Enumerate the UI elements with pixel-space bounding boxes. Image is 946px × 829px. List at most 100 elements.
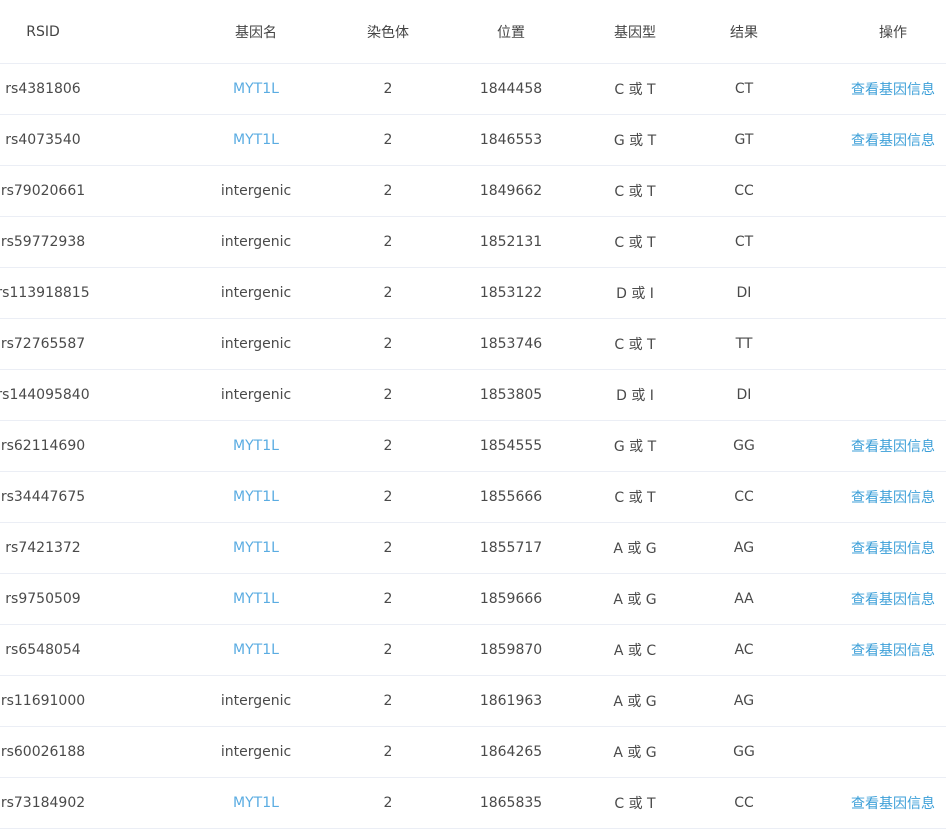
position-text: 1853746 (479, 336, 543, 352)
gene-link-cell: MYT1L (196, 574, 316, 624)
view-gene-info-link-cell: 查看基因信息 (840, 472, 946, 522)
rsid-text: rs79020661 (0, 183, 86, 199)
gene-link[interactable]: MYT1L (233, 438, 279, 454)
chromosome-text-cell: 2 (348, 472, 428, 522)
result-text: TT (735, 336, 753, 352)
genotype-text: C 或 T (614, 184, 656, 200)
table-header: RSID 基因名 染色体 位置 基因型 结果 操作 (0, 0, 946, 64)
view-gene-info-link[interactable]: 查看基因信息 (840, 487, 935, 507)
chromosome-text-cell: 2 (348, 727, 428, 777)
gene-link[interactable]: MYT1L (233, 540, 279, 556)
result-text-cell: GG (704, 727, 784, 777)
table-row: rs62114690 MYT1L 2 1854555 G 或 T GG 查看基因信息 (0, 421, 946, 472)
position-text-cell: 1853122 (466, 268, 556, 318)
chromosome-text-cell: 2 (348, 574, 428, 624)
gene-text-cell: intergenic (196, 727, 316, 777)
position-text-cell: 1849662 (466, 166, 556, 216)
chromosome-text-cell: 2 (348, 625, 428, 675)
gene-link[interactable]: MYT1L (233, 132, 279, 148)
chromosome-text-cell: 2 (348, 421, 428, 471)
rsid-text-cell: rs6548054 (0, 625, 86, 675)
rsid-text-cell: rs144095840 (0, 370, 90, 420)
gene-link-cell: MYT1L (196, 421, 316, 471)
result-text: GT (734, 132, 754, 148)
gene-text: intergenic (220, 285, 292, 301)
chromosome-text-cell: 2 (348, 115, 428, 165)
result-text-cell: AA (704, 574, 784, 624)
gene-link[interactable]: MYT1L (233, 81, 279, 97)
rsid-text-cell: rs62114690 (0, 421, 86, 471)
result-text-cell: GT (704, 115, 784, 165)
view-gene-info-link[interactable]: 查看基因信息 (840, 79, 935, 99)
gene-text-cell: intergenic (196, 319, 316, 369)
result-text-cell: GG (704, 421, 784, 471)
table-row: rs34447675 MYT1L 2 1855666 C 或 T CC 查看基因信息 (0, 472, 946, 523)
position-text-cell: 1855666 (466, 472, 556, 522)
position-text: 1865835 (479, 795, 543, 811)
gene-text-cell: intergenic (196, 166, 316, 216)
rsid-text-cell: rs7421372 (0, 523, 86, 573)
gene-text-cell: intergenic (196, 370, 316, 420)
result-text: DI (736, 285, 752, 301)
view-gene-info-link[interactable]: 查看基因信息 (840, 589, 935, 609)
gene-link[interactable]: MYT1L (233, 591, 279, 607)
rsid-text: rs144095840 (0, 387, 90, 403)
gene-link-cell: MYT1L (196, 523, 316, 573)
result-text-cell: CC (704, 778, 784, 828)
chromosome-text: 2 (383, 642, 393, 658)
position-text: 1852131 (479, 234, 543, 250)
action-cell-empty (840, 676, 946, 726)
position-text-cell: 1864265 (466, 727, 556, 777)
chromosome-text: 2 (383, 744, 393, 760)
result-text-cell: DI (704, 268, 784, 318)
rsid-text-cell: rs113918815 (0, 268, 90, 318)
chromosome-text: 2 (383, 438, 393, 454)
table-row: rs11691000 intergenic 2 1861963 A 或 G AG (0, 676, 946, 727)
genotype-text-cell: C 或 T (590, 472, 680, 522)
genotype-text: A 或 C (613, 643, 657, 659)
action-cell-empty (840, 217, 946, 267)
result-text: AG (733, 540, 755, 556)
view-gene-info-link[interactable]: 查看基因信息 (840, 130, 935, 150)
chromosome-text: 2 (383, 489, 393, 505)
result-text: CT (734, 81, 754, 97)
view-gene-info-link[interactable]: 查看基因信息 (840, 793, 935, 813)
genotype-text: A 或 G (613, 541, 657, 557)
position-text-cell: 1854555 (466, 421, 556, 471)
view-gene-info-link[interactable]: 查看基因信息 (840, 436, 935, 456)
genotype-text-cell: C 或 T (590, 166, 680, 216)
position-text: 1859870 (479, 642, 543, 658)
gene-text-cell: intergenic (196, 676, 316, 726)
chromosome-text-cell: 2 (348, 523, 428, 573)
result-text: AG (733, 693, 755, 709)
chromosome-text-cell: 2 (348, 778, 428, 828)
gene-text: intergenic (220, 387, 292, 403)
chromosome-text: 2 (383, 336, 393, 352)
chromosome-text: 2 (383, 540, 393, 556)
chromosome-text: 2 (383, 591, 393, 607)
position-text: 1864265 (479, 744, 543, 760)
position-text-cell: 1855717 (466, 523, 556, 573)
rsid-text-cell: rs59772938 (0, 217, 86, 267)
view-gene-info-link[interactable]: 查看基因信息 (840, 538, 935, 558)
rsid-text-cell: rs72765587 (0, 319, 86, 369)
genotype-text: C 或 T (614, 796, 656, 812)
result-text-cell: TT (704, 319, 784, 369)
gene-link[interactable]: MYT1L (233, 489, 279, 505)
view-gene-info-link-cell: 查看基因信息 (840, 574, 946, 624)
action-cell-empty (840, 319, 946, 369)
view-gene-info-link[interactable]: 查看基因信息 (840, 640, 935, 660)
gene-link[interactable]: MYT1L (233, 795, 279, 811)
genotype-text: A 或 G (613, 745, 657, 761)
genotype-text-cell: C 或 T (590, 217, 680, 267)
gene-link-cell: MYT1L (196, 115, 316, 165)
result-text: CC (734, 795, 754, 811)
header-position: 位置 (497, 24, 525, 41)
result-text-cell: CC (704, 166, 784, 216)
gene-link[interactable]: MYT1L (233, 642, 279, 658)
chromosome-text: 2 (383, 285, 393, 301)
chromosome-text: 2 (383, 795, 393, 811)
gene-text-cell: intergenic (196, 268, 316, 318)
view-gene-info-link-cell: 查看基因信息 (840, 778, 946, 828)
gene-text-cell: intergenic (196, 217, 316, 267)
